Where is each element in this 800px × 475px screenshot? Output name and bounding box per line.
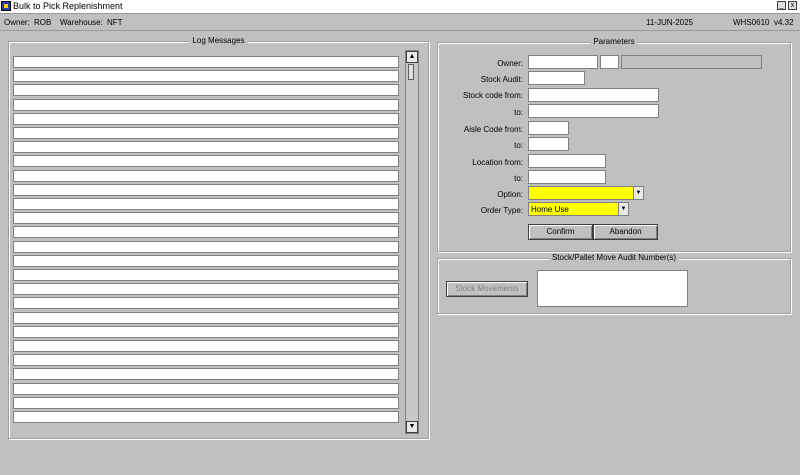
chevron-down-icon[interactable]: ▼ <box>633 187 643 199</box>
log-message-row <box>13 141 399 153</box>
warehouse-status-label: Warehouse: <box>60 18 103 27</box>
stock-code-from-input[interactable] <box>528 88 659 102</box>
log-message-row <box>13 269 399 281</box>
log-message-row <box>13 326 399 338</box>
stock-code-from-label: Stock code from: <box>462 91 523 100</box>
owner-status-value: ROB <box>34 18 52 27</box>
confirm-button[interactable]: Confirm <box>528 224 593 240</box>
date-display: 11-JUN-2025 <box>646 18 693 27</box>
log-message-row <box>13 212 399 224</box>
location-from-label: Location from: <box>472 158 523 167</box>
log-message-row <box>13 340 399 352</box>
parameters-title: Parameters <box>590 37 638 46</box>
owner-label: Owner: <box>497 59 523 68</box>
window-title-bar: Bulk to Pick Replenishment _ x <box>0 0 800 14</box>
location-to-label: to: <box>514 174 523 183</box>
log-message-row <box>13 354 399 366</box>
log-message-row <box>13 198 399 210</box>
close-button[interactable]: x <box>788 1 797 10</box>
order-type-label: Order Type: <box>480 206 523 215</box>
order-type-select-value: Home Use <box>531 205 569 214</box>
audit-numbers-field[interactable] <box>537 270 688 307</box>
log-message-row <box>13 411 399 423</box>
owner-lookup-input[interactable] <box>600 55 619 69</box>
audit-numbers-title: Stock/Pallet Move Audit Number(s) <box>548 253 680 262</box>
warehouse-status-value: NFT <box>107 18 123 27</box>
parameters-group: Parameters Owner: Stock Audit: Stock cod… <box>437 37 791 252</box>
log-message-row <box>13 56 399 68</box>
stock-movements-button[interactable]: Stock Movements <box>446 281 528 297</box>
owner-code-input[interactable] <box>528 55 598 69</box>
location-to-input[interactable] <box>528 170 606 184</box>
status-bar: Owner: ROB Warehouse: NFT 11-JUN-2025 WH… <box>0 14 800 31</box>
log-message-row <box>13 297 399 309</box>
log-message-row <box>13 184 399 196</box>
log-message-row <box>13 99 399 111</box>
log-message-row <box>13 226 399 238</box>
option-select[interactable]: ▼ <box>528 186 644 200</box>
aisle-code-from-input[interactable] <box>528 121 569 135</box>
window-title: Bulk to Pick Replenishment <box>13 1 123 11</box>
program-code: WHS0610 <box>733 18 770 27</box>
aisle-code-from-label: Aisle Code from: <box>463 125 523 134</box>
app-icon <box>1 1 11 11</box>
aisle-code-to-label: to: <box>514 141 523 150</box>
log-message-row <box>13 397 399 409</box>
log-message-row <box>13 127 399 139</box>
scroll-down-icon[interactable]: ▼ <box>406 421 418 433</box>
log-message-row <box>13 255 399 267</box>
audit-numbers-group: Stock/Pallet Move Audit Number(s) Stock … <box>437 253 791 314</box>
stock-code-to-input[interactable] <box>528 104 659 118</box>
log-message-row <box>13 383 399 395</box>
log-messages-title: Log Messages <box>189 36 248 45</box>
abandon-button[interactable]: Abandon <box>593 224 658 240</box>
log-message-row <box>13 312 399 324</box>
stock-audit-input[interactable] <box>528 71 585 85</box>
log-messages-group: Log Messages ▲ ▼ <box>8 36 429 439</box>
owner-name-field <box>621 55 762 69</box>
log-message-row <box>13 283 399 295</box>
option-label: Option: <box>497 190 523 199</box>
minimize-button[interactable]: _ <box>777 1 786 10</box>
log-message-row <box>13 70 399 82</box>
log-message-row <box>13 241 399 253</box>
scroll-up-icon[interactable]: ▲ <box>406 51 418 63</box>
log-message-row <box>13 113 399 125</box>
order-type-select[interactable]: Home Use ▼ <box>528 202 629 216</box>
aisle-code-to-input[interactable] <box>528 137 569 151</box>
log-message-row <box>13 84 399 96</box>
version-label: v4.32 <box>774 18 794 27</box>
chevron-down-icon[interactable]: ▼ <box>618 203 628 215</box>
log-message-row <box>13 368 399 380</box>
log-message-row <box>13 170 399 182</box>
log-message-row <box>13 155 399 167</box>
stock-code-to-label: to: <box>514 108 523 117</box>
scroll-thumb[interactable] <box>408 64 414 80</box>
owner-status-label: Owner: <box>4 18 30 27</box>
log-scrollbar[interactable]: ▲ ▼ <box>405 50 419 434</box>
stock-audit-label: Stock Audit: <box>480 75 523 84</box>
location-from-input[interactable] <box>528 154 606 168</box>
